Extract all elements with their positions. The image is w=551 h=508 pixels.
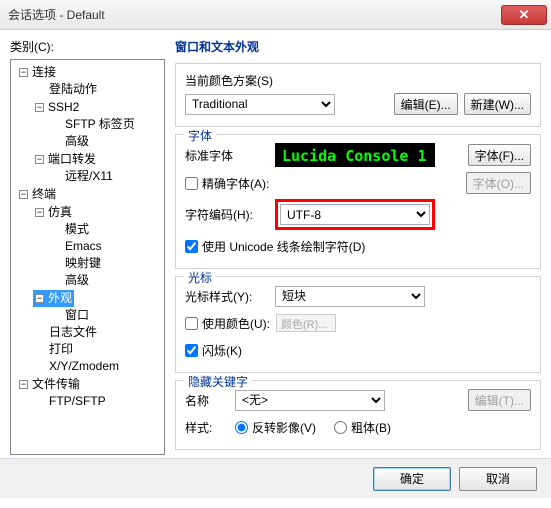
use-color-check[interactable]: 使用颜色(U): bbox=[185, 315, 270, 332]
font-o-button: 字体(O)... bbox=[466, 172, 531, 194]
tree-sftp-tab[interactable]: SFTP 标签页 bbox=[63, 116, 137, 133]
encoding-label: 字符编码(H): bbox=[185, 206, 275, 223]
bold-radio[interactable]: 粗体(B) bbox=[334, 419, 391, 436]
cursor-group: 光标 光标样式(Y): 短块 使用颜色(U): 颜色(R)... 闪烁(K) bbox=[175, 276, 541, 373]
unicode-lines-check[interactable]: 使用 Unicode 线条绘制字符(D) bbox=[185, 238, 365, 255]
tree-login-action[interactable]: 登陆动作 bbox=[47, 81, 99, 98]
scheme-label: 当前颜色方案(S) bbox=[185, 72, 531, 89]
tree-log-file[interactable]: 日志文件 bbox=[47, 324, 99, 341]
encoding-select[interactable]: UTF-8 bbox=[280, 204, 430, 225]
std-font-label: 标准字体 bbox=[185, 147, 275, 164]
font-preview: Lucida Console 1 bbox=[275, 143, 435, 167]
window-title: 会话选项 - Default bbox=[8, 6, 501, 23]
tree-terminal[interactable]: −终端 bbox=[17, 186, 58, 203]
tree-print[interactable]: 打印 bbox=[47, 341, 75, 358]
tree-mode[interactable]: 模式 bbox=[63, 221, 91, 238]
tree-port-forward[interactable]: −端口转发 bbox=[33, 151, 98, 168]
hide-name-label: 名称 bbox=[185, 392, 235, 409]
close-button[interactable]: ✕ bbox=[501, 5, 547, 25]
cursor-group-title: 光标 bbox=[184, 269, 216, 286]
precise-font-check[interactable]: 精确字体(A): bbox=[185, 175, 269, 192]
tree-map-keys[interactable]: 映射键 bbox=[63, 255, 103, 272]
tree-appearance[interactable]: −外观 bbox=[33, 290, 74, 307]
tree-emacs[interactable]: Emacs bbox=[63, 238, 104, 255]
edit-scheme-button[interactable]: 编辑(E)... bbox=[394, 93, 458, 115]
font-group: 字体 标准字体 Lucida Console 1 字体(F)... 精确字体(A… bbox=[175, 134, 541, 269]
blink-check[interactable]: 闪烁(K) bbox=[185, 342, 242, 359]
hide-edit-button: 编辑(T)... bbox=[468, 389, 531, 411]
tree-connection[interactable]: −连接 bbox=[17, 64, 58, 81]
scheme-select[interactable]: Traditional bbox=[185, 94, 335, 115]
category-tree[interactable]: −连接 登陆动作 −SSH2 SFTP 标签页 高级 −端口转发 远程/X11 … bbox=[10, 59, 165, 455]
page-title: 窗口和文本外观 bbox=[175, 38, 541, 55]
hide-style-label: 样式: bbox=[185, 419, 235, 436]
cursor-color-button: 颜色(R)... bbox=[276, 314, 336, 332]
hide-name-select[interactable]: <无> bbox=[235, 390, 385, 411]
font-group-title: 字体 bbox=[184, 127, 216, 144]
encoding-highlight: UTF-8 bbox=[275, 199, 435, 230]
tree-file-transfer[interactable]: −文件传输 bbox=[17, 376, 82, 393]
tree-remote-x11[interactable]: 远程/X11 bbox=[63, 168, 115, 185]
font-button[interactable]: 字体(F)... bbox=[468, 144, 531, 166]
tree-advanced2[interactable]: 高级 bbox=[63, 272, 91, 289]
tree-ftpsftp[interactable]: FTP/SFTP bbox=[47, 393, 108, 410]
tree-advanced1[interactable]: 高级 bbox=[63, 133, 91, 150]
color-scheme-group: 当前颜色方案(S) Traditional 编辑(E)... 新建(W)... bbox=[175, 63, 541, 127]
tree-emulation[interactable]: −仿真 bbox=[33, 204, 74, 221]
new-scheme-button[interactable]: 新建(W)... bbox=[464, 93, 531, 115]
tree-window[interactable]: 窗口 bbox=[63, 307, 91, 324]
reverse-radio[interactable]: 反转影像(V) bbox=[235, 419, 316, 436]
cursor-style-label: 光标样式(Y): bbox=[185, 288, 275, 305]
category-label: 类别(C): bbox=[10, 38, 165, 55]
cursor-style-select[interactable]: 短块 bbox=[275, 286, 425, 307]
hide-group-title: 隐藏关键字 bbox=[184, 373, 252, 390]
ok-button[interactable]: 确定 bbox=[373, 467, 451, 491]
tree-ssh2[interactable]: −SSH2 bbox=[33, 99, 81, 116]
hide-keyword-group: 隐藏关键字 名称 <无> 编辑(T)... 样式: 反转影像(V) 粗体(B) bbox=[175, 380, 541, 450]
tree-xyzmodem[interactable]: X/Y/Zmodem bbox=[47, 358, 121, 375]
cancel-button[interactable]: 取消 bbox=[459, 467, 537, 491]
